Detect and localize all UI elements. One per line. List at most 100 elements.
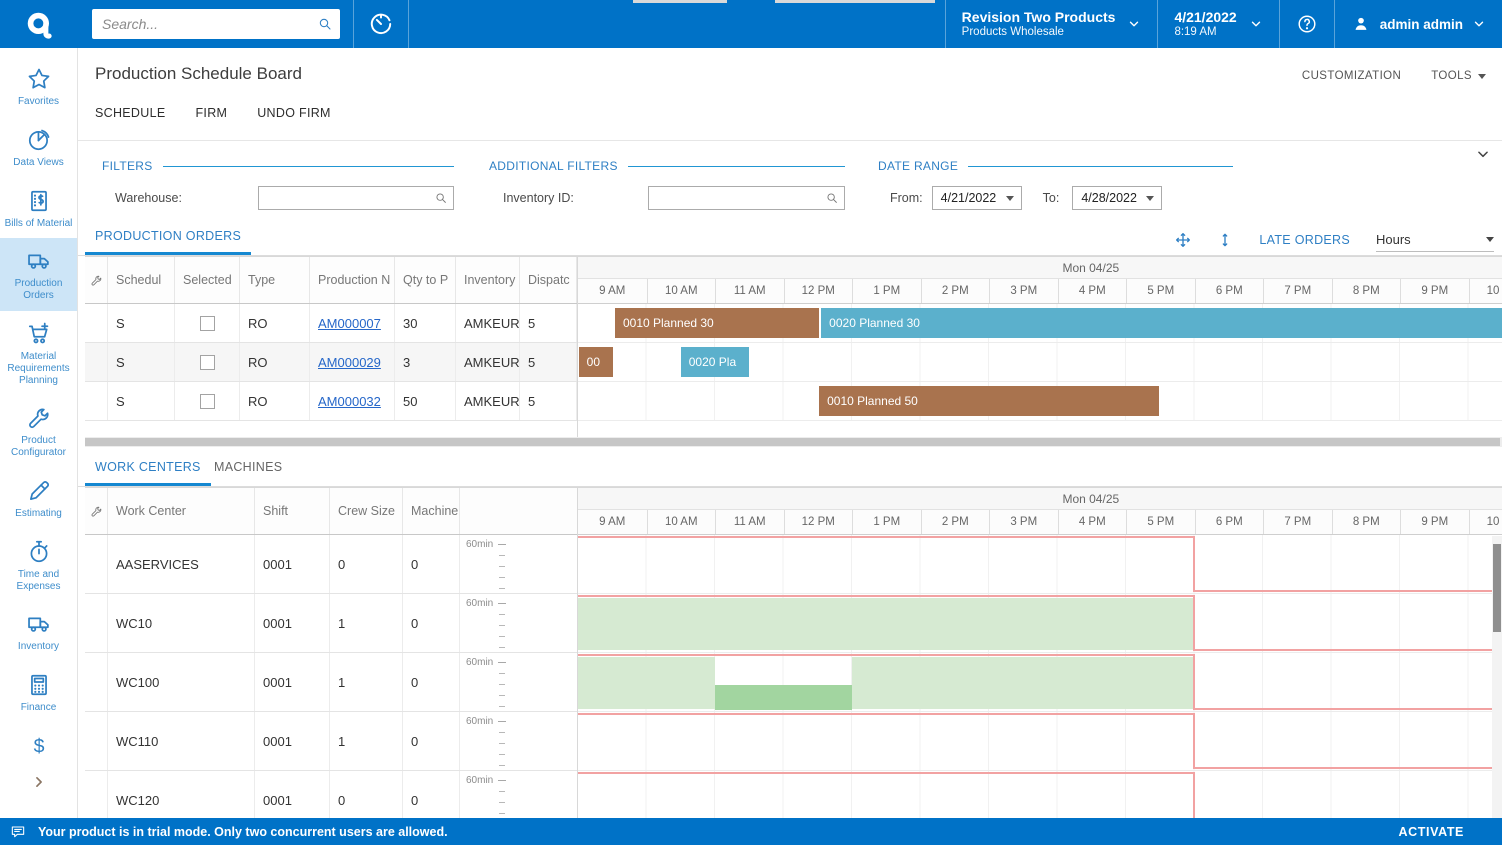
sidebar-item-label: Finance: [21, 702, 57, 714]
scale-tick: [498, 603, 506, 604]
action-button-firm[interactable]: FIRM: [195, 106, 227, 120]
column-header-settings[interactable]: [85, 257, 108, 303]
screen-artifact: [633, 0, 727, 3]
tools-label: TOOLS: [1431, 70, 1472, 82]
production-order-row: SROAM0000293AMKEURIG5: [85, 343, 577, 382]
scale-tick: [499, 684, 505, 685]
scale-label: 60min: [466, 598, 493, 609]
column-header: Schedul: [108, 257, 175, 303]
sidebar-item-label: Data Views: [13, 157, 63, 169]
schedule-cell: S: [108, 382, 175, 420]
inventory-cell: AMKEURIG: [456, 382, 520, 420]
search-input[interactable]: [92, 9, 340, 39]
activate-button[interactable]: ACTIVATE: [1399, 825, 1464, 839]
calculator-icon: [26, 672, 52, 698]
qty-cell: 50: [395, 382, 456, 420]
production-orders-section: PRODUCTION ORDERS LATE ORDERS Hours Sche…: [78, 222, 1502, 437]
gantt-bar[interactable]: 00: [579, 347, 613, 377]
inventory-id-label: Inventory ID:: [503, 191, 648, 205]
sidebar-item-currency[interactable]: $: [0, 723, 78, 768]
production-nbr-link[interactable]: AM000032: [318, 394, 381, 409]
tab-production-orders[interactable]: PRODUCTION ORDERS: [85, 221, 251, 255]
acumatica-logo[interactable]: [0, 0, 78, 48]
action-button-undo-firm[interactable]: UNDO FIRM: [257, 106, 331, 120]
sidebar-expand-button[interactable]: [0, 768, 78, 796]
business-date-button[interactable]: [354, 0, 408, 48]
production-nbr-link[interactable]: AM000029: [318, 355, 381, 370]
sidebar-item-finance[interactable]: Finance: [0, 662, 78, 723]
gantt-bar[interactable]: 0020 Planned 30: [821, 308, 1502, 338]
scale-tick: [499, 625, 505, 626]
vertical-scrollbar-thumb[interactable]: [1493, 544, 1501, 632]
svg-text:$: $: [33, 735, 44, 757]
star-icon: [26, 66, 52, 92]
lookup-icon[interactable]: [825, 191, 839, 205]
gantt-day-label: Mon 04/25: [1062, 492, 1119, 506]
tab-work-centers[interactable]: WORK CENTERS: [85, 452, 211, 486]
date-selector[interactable]: 4/21/2022 8:19 AM: [1158, 0, 1278, 48]
collapse-panel-icon[interactable]: [1476, 147, 1490, 161]
vertical-scrollbar[interactable]: [1492, 536, 1502, 818]
hour-label: 10 AM: [647, 510, 716, 534]
help-button[interactable]: [1280, 0, 1334, 48]
tools-button[interactable]: TOOLS: [1431, 70, 1486, 82]
work-centers-gantt: Mon 04/25 9 AM10 AM11 AM12 PM1 PM2 PM3 P…: [577, 487, 1502, 818]
vertical-resize-icon[interactable]: [1217, 232, 1233, 248]
row-settings-cell: [85, 653, 108, 711]
sidebar-item-data-views[interactable]: Data Views: [0, 117, 78, 178]
scale-label: 60min: [466, 657, 493, 668]
schedule-cell: S: [108, 343, 175, 381]
warehouse-input[interactable]: [258, 186, 454, 210]
action-button-schedule[interactable]: SCHEDULE: [95, 106, 165, 120]
scale-cell: 60min: [460, 712, 577, 770]
to-date-input[interactable]: 4/28/2022: [1072, 186, 1162, 210]
date-range-fieldset: DATE RANGE From: 4/21/2022 To: 4/28/2022: [878, 159, 1233, 210]
scale-tick: [499, 555, 505, 556]
sidebar-item-favorites[interactable]: Favorites: [0, 56, 78, 117]
column-header-settings[interactable]: [85, 488, 108, 534]
from-date-input[interactable]: 4/21/2022: [932, 186, 1022, 210]
row-checkbox[interactable]: [200, 394, 215, 409]
sidebar-item-production-orders[interactable]: Production Orders: [0, 238, 78, 311]
gantt-bar[interactable]: 0010 Planned 30: [615, 308, 819, 338]
current-time: 8:19 AM: [1174, 26, 1236, 40]
user-menu[interactable]: admin admin: [1335, 0, 1502, 48]
scale-header-cell: [460, 488, 577, 534]
gantt-bar[interactable]: 0020 Pla: [681, 347, 750, 377]
customization-button[interactable]: CUSTOMIZATION: [1302, 70, 1401, 82]
scale-tick: [499, 614, 505, 615]
horizontal-scrollbar[interactable]: [85, 437, 1502, 447]
sidebar-item-label: Bills of Material: [5, 218, 73, 230]
inventory-id-input[interactable]: [648, 186, 845, 210]
search-icon[interactable]: [317, 16, 333, 32]
horizontal-scrollbar-thumb[interactable]: [85, 438, 1500, 446]
sidebar-item-material-requirements-planning[interactable]: Material Requirements Planning: [0, 311, 78, 395]
scale-select[interactable]: Hours: [1376, 228, 1494, 252]
sidebar-item-inventory[interactable]: Inventory: [0, 601, 78, 662]
selected-cell: [175, 304, 240, 342]
production-nbr-cell: AM000029: [310, 343, 395, 381]
tab-machines[interactable]: MACHINES: [204, 452, 292, 486]
hour-label: 5 PM: [1126, 510, 1195, 534]
shift-cell: 0001: [255, 594, 330, 652]
scale-tick: [499, 566, 505, 567]
hour-label: 9 PM: [1400, 510, 1469, 534]
lookup-icon[interactable]: [434, 191, 448, 205]
to-label: To:: [1043, 191, 1060, 205]
company-selector[interactable]: Revision Two Products Products Wholesale: [946, 0, 1158, 48]
acumatica-logo-icon: [24, 9, 54, 39]
hour-label: 8 PM: [1332, 510, 1401, 534]
column-header: Machine: [403, 488, 460, 534]
gantt-bar[interactable]: 0010 Planned 50: [819, 386, 1159, 416]
row-checkbox[interactable]: [200, 316, 215, 331]
column-header: Crew Size: [330, 488, 403, 534]
move-icon[interactable]: [1175, 232, 1191, 248]
row-checkbox[interactable]: [200, 355, 215, 370]
sidebar-item-bills-of-material[interactable]: Bills of Material: [0, 178, 78, 239]
sidebar-item-estimating[interactable]: Estimating: [0, 468, 78, 529]
sidebar-item-product-configurator[interactable]: Product Configurator: [0, 395, 78, 468]
production-nbr-link[interactable]: AM000007: [318, 316, 381, 331]
action-bar: SCHEDULE FIRM UNDO FIRM: [95, 106, 331, 120]
late-orders-button[interactable]: LATE ORDERS: [1259, 233, 1350, 247]
sidebar-item-time-and-expenses[interactable]: Time and Expenses: [0, 529, 78, 602]
